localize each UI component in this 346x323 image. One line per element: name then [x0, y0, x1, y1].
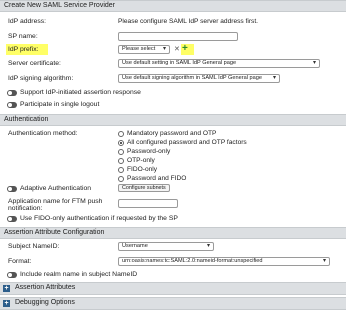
support-idp-initiated-label: Support IdP-initiated assertion response: [20, 89, 141, 96]
radio-label: Password-only: [127, 148, 171, 155]
participate-logout-label: Participate in single logout: [20, 101, 100, 108]
authentication-method-label: Authentication method:: [8, 130, 78, 137]
sp-name-input[interactable]: [118, 32, 238, 41]
assertion-attributes-section[interactable]: + Assertion Attributes: [0, 282, 346, 295]
support-idp-initiated-toggle[interactable]: [7, 90, 17, 96]
configure-subnets-button[interactable]: Configure subnets: [118, 184, 170, 192]
fido-only-label: Use FIDO-only authentication if requeste…: [20, 215, 178, 222]
format-selected: urn:oasis:names:tc:SAML:2.0:nameid-forma…: [122, 258, 263, 264]
subject-nameid-selected: Username: [122, 243, 148, 249]
radio-label: FIDO-only: [127, 166, 158, 173]
form-title: Create New SAML Service Provider: [4, 2, 116, 9]
form-title-bar: Create New SAML Service Provider: [0, 0, 346, 12]
adaptive-authentication-label: Adaptive Authentication: [20, 185, 92, 192]
format-select[interactable]: urn:oasis:names:tc:SAML:2.0:nameid-forma…: [118, 257, 330, 266]
idp-prefix-label: IdP prefix:: [8, 46, 39, 53]
authentication-section-header: Authentication: [0, 114, 346, 126]
assertion-config-section-title: Assertion Attribute Configuration: [4, 229, 105, 236]
idp-prefix-selected: Please select: [122, 46, 156, 52]
plus-icon[interactable]: +: [182, 43, 188, 55]
subject-nameid-label: Subject NameID:: [8, 243, 60, 250]
server-certificate-selected: Use default setting in SAML IdP General …: [122, 60, 237, 66]
subject-nameid-select[interactable]: Username ▾: [118, 242, 214, 251]
radio-all-configured-factors[interactable]: [118, 140, 124, 146]
format-label: Format:: [8, 258, 32, 265]
idp-signing-algorithm-select[interactable]: Use default signing algorithm in SAML Id…: [118, 74, 280, 83]
server-certificate-label: Server certificate:: [8, 60, 61, 67]
chevron-down-icon: ▾: [312, 60, 316, 66]
chevron-down-icon: ▾: [272, 75, 276, 81]
include-realm-toggle[interactable]: [7, 272, 17, 278]
radio-label: Mandatory password and OTP: [127, 130, 217, 137]
radio-fido-only[interactable]: [118, 167, 124, 173]
server-certificate-select[interactable]: Use default setting in SAML IdP General …: [118, 59, 320, 68]
ftm-push-application-input[interactable]: [118, 199, 178, 208]
participate-logout-toggle[interactable]: [7, 102, 17, 108]
radio-label: Password and FIDO: [127, 175, 187, 182]
radio-password-only[interactable]: [118, 149, 124, 155]
assertion-attributes-title: Assertion Attributes: [14, 284, 76, 291]
radio-otp-only[interactable]: [118, 158, 124, 164]
radio-label: OTP-only: [127, 157, 155, 164]
idp-address-value: Please configure SAML IdP server address…: [118, 18, 258, 25]
radio-label: All configured password and OTP factors: [127, 139, 247, 146]
fido-only-toggle[interactable]: [7, 216, 17, 222]
chevron-down-icon: ▾: [162, 46, 166, 52]
adaptive-authentication-toggle[interactable]: [7, 186, 17, 192]
ftm-push-label-line2: notification:: [8, 205, 43, 212]
idp-prefix-select[interactable]: Please select ▾: [118, 45, 170, 54]
debugging-options-section[interactable]: + Debugging Options: [0, 297, 346, 310]
chevron-down-icon: ▾: [322, 258, 326, 264]
idp-address-label: IdP address:: [8, 18, 47, 25]
radio-mandatory-password-otp[interactable]: [118, 131, 124, 137]
debugging-options-title: Debugging Options: [14, 299, 75, 306]
expand-plus-icon: +: [3, 285, 10, 292]
include-realm-label: Include realm name in subject NameID: [20, 271, 138, 278]
close-icon[interactable]: ✕: [174, 45, 180, 54]
chevron-down-icon: ▾: [206, 243, 210, 249]
idp-signing-algorithm-selected: Use default signing algorithm in SAML Id…: [122, 75, 262, 81]
authentication-section-title: Authentication: [4, 116, 49, 123]
sp-name-label: SP name:: [8, 33, 38, 40]
expand-plus-icon: +: [3, 300, 10, 307]
idp-signing-algorithm-label: IdP signing algorithm:: [8, 75, 74, 82]
assertion-config-section-header: Assertion Attribute Configuration: [0, 227, 346, 239]
radio-password-and-fido[interactable]: [118, 176, 124, 182]
